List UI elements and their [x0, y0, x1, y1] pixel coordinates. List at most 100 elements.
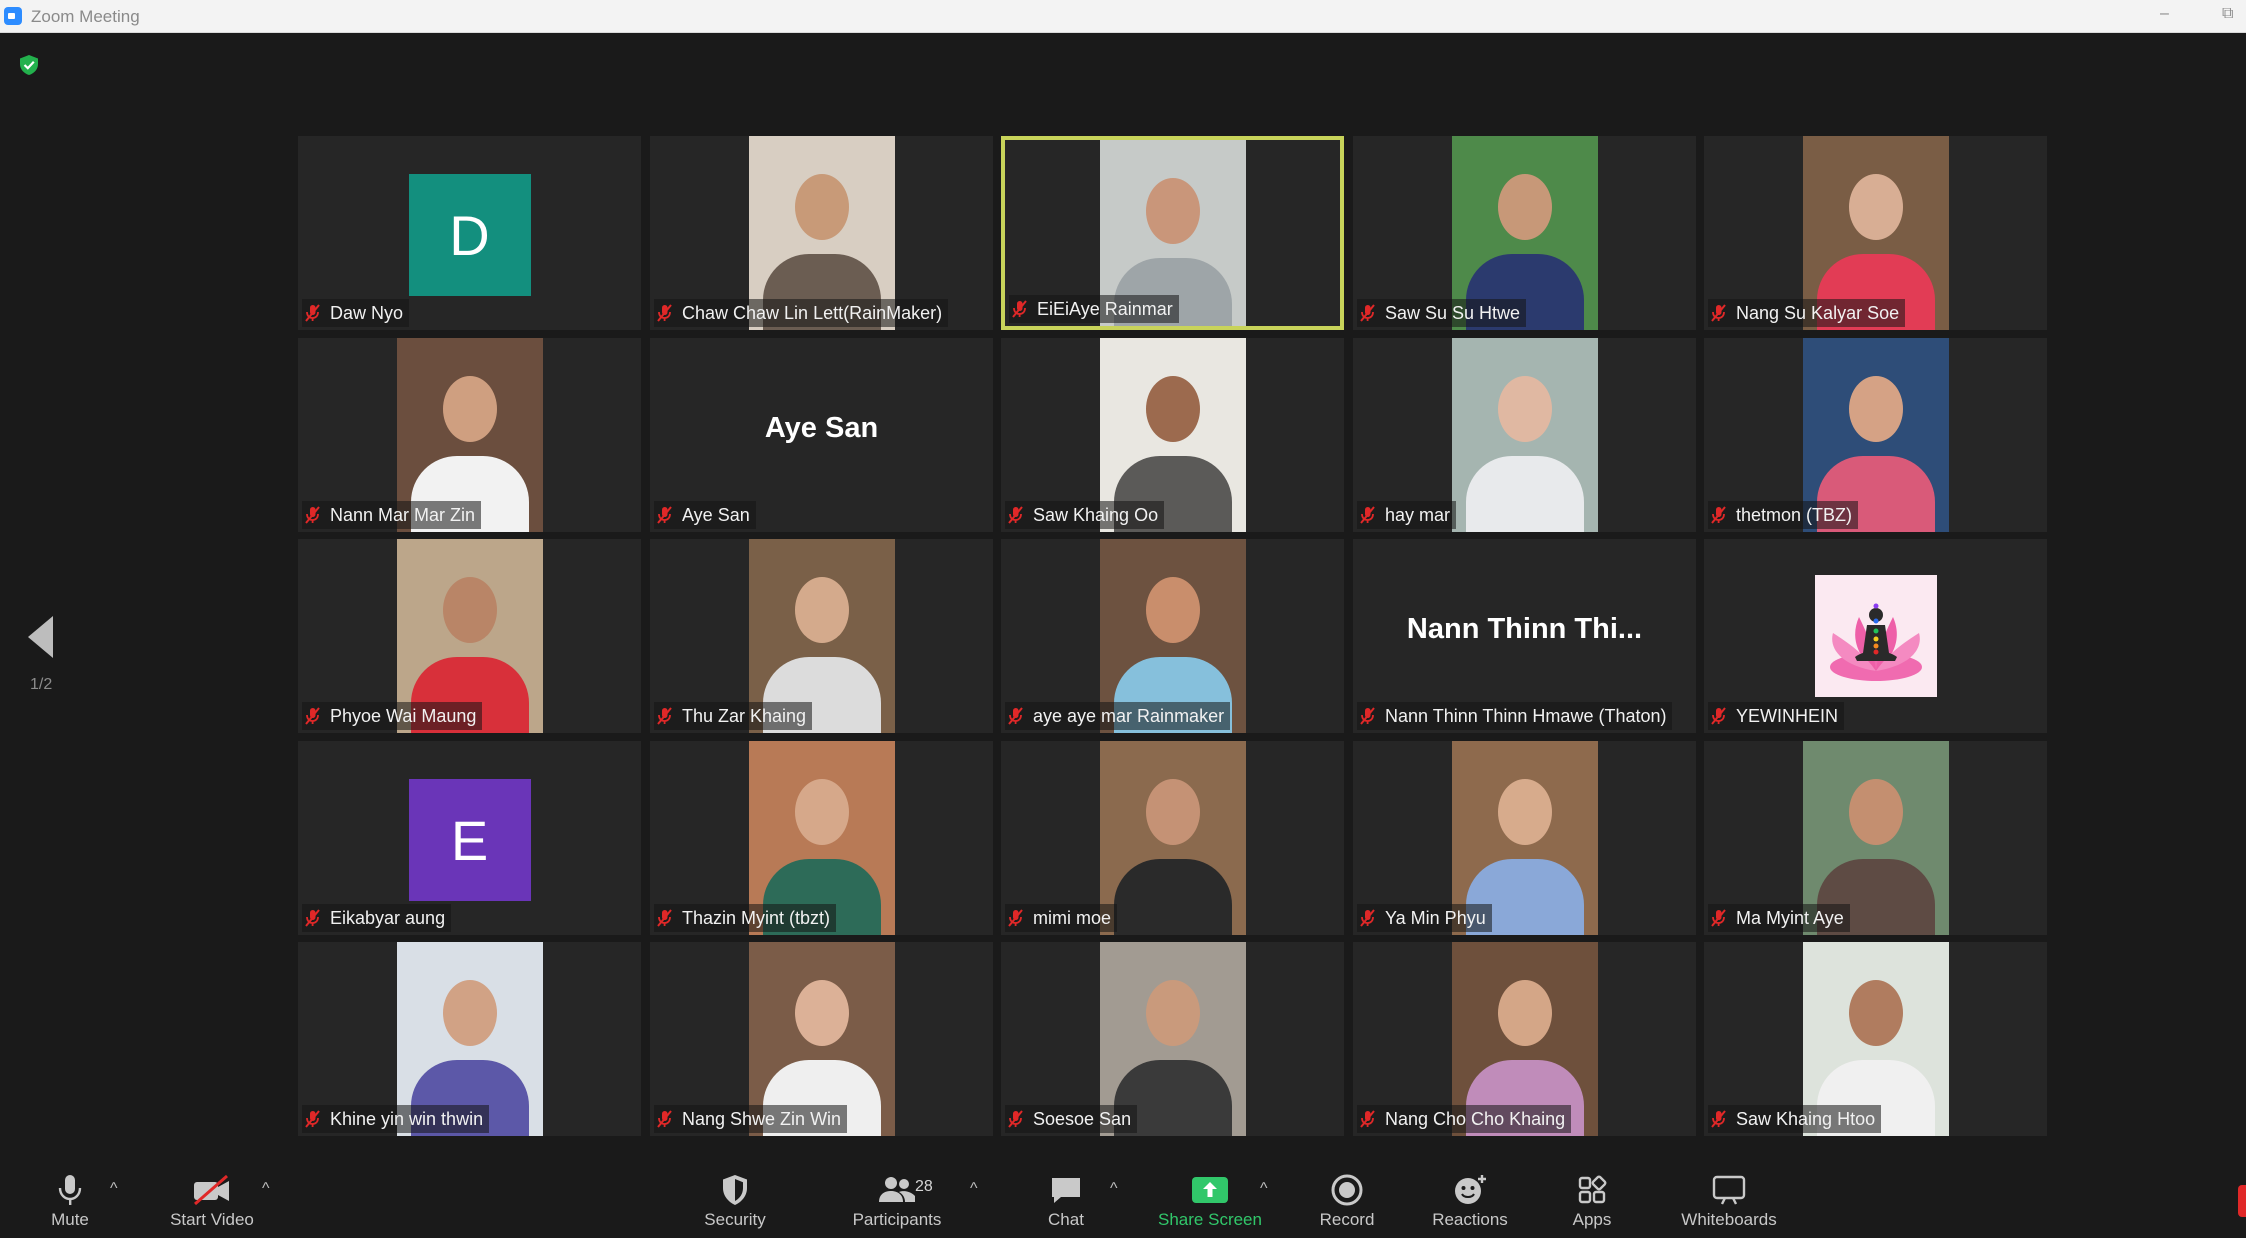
participant-name: Nang Cho Cho Khaing [1385, 1108, 1566, 1129]
participant-tile[interactable]: hay mar [1353, 338, 1696, 532]
muted-mic-icon [1711, 304, 1726, 322]
encryption-shield-icon[interactable] [18, 54, 40, 76]
chat-label: Chat [1048, 1210, 1084, 1229]
participant-name-plate: EiEiAye Rainmar [1009, 295, 1179, 323]
muted-mic-icon [1008, 909, 1023, 927]
participant-name-plate: Daw Nyo [302, 299, 410, 327]
participant-tile[interactable]: Nang Cho Cho Khaing [1353, 942, 1696, 1136]
video-options-caret-icon[interactable]: ^ [262, 1180, 270, 1198]
share-screen-button[interactable]: Share Screen [1140, 1172, 1280, 1230]
restore-button[interactable]: ⧉ [2222, 5, 2233, 23]
muted-mic-icon [657, 707, 672, 725]
muted-mic-icon [305, 707, 320, 725]
participant-tile[interactable]: Nang Shwe Zin Win [650, 942, 993, 1136]
minimize-button[interactable]: – [2160, 5, 2169, 23]
apps-icon [1522, 1172, 1662, 1208]
participant-name: Ya Min Phyu [1385, 907, 1486, 928]
participant-tile[interactable]: Saw Su Su Htwe [1353, 136, 1696, 330]
participant-name: Eikabyar aung [330, 907, 446, 928]
participant-name: Chaw Chaw Lin Lett(RainMaker) [682, 302, 943, 323]
participant-name-plate: Nang Shwe Zin Win [654, 1105, 848, 1133]
participant-name: Ma Myint Aye [1736, 907, 1844, 928]
participant-tile[interactable]: Nann Thinn Thi... Nann Thinn Thinn Hmawe … [1353, 539, 1696, 733]
security-button[interactable]: Security [665, 1172, 805, 1230]
participant-name: Saw Khaing Oo [1033, 504, 1159, 525]
mute-button[interactable]: Mute [0, 1172, 140, 1230]
record-label: Record [1319, 1210, 1375, 1229]
participant-tile[interactable]: Khine yin win thwin [298, 942, 641, 1136]
apps-button[interactable]: Apps [1522, 1172, 1662, 1230]
whiteboards-label: Whiteboards [1681, 1210, 1777, 1229]
participant-tile[interactable]: Phyoe Wai Maung [298, 539, 641, 733]
page-indicator: 1/2 [30, 676, 53, 693]
participant-name-plate: Soesoe San [1005, 1105, 1138, 1133]
participant-name-plate: Aye San [654, 501, 756, 529]
security-shield-icon [665, 1172, 805, 1208]
participant-tile[interactable]: Thazin Myint (tbzt) [650, 741, 993, 935]
muted-mic-icon [1008, 506, 1023, 524]
participant-tile[interactable]: Chaw Chaw Lin Lett(RainMaker) [650, 136, 993, 330]
microphone-icon [0, 1172, 140, 1208]
participant-tile[interactable]: Thu Zar Khaing [650, 539, 993, 733]
participant-tile[interactable]: D Daw Nyo [298, 136, 641, 330]
participant-tile[interactable]: Nang Su Kalyar Soe [1704, 136, 2047, 330]
participant-name: Thazin Myint (tbzt) [682, 907, 831, 928]
participant-tile[interactable]: EiEiAye Rainmar [1001, 136, 1344, 330]
participant-tile[interactable]: Ya Min Phyu [1353, 741, 1696, 935]
reactions-label: Reactions [1432, 1210, 1508, 1229]
muted-mic-icon [657, 506, 672, 524]
zoom-app-icon [4, 7, 22, 25]
participant-gallery-grid: D Daw Nyo Chaw Chaw Lin Lett(RainMaker) EiE… [298, 136, 2048, 1136]
participant-display-name: Aye San [764, 412, 879, 444]
apps-label: Apps [1572, 1210, 1612, 1229]
whiteboard-icon [1659, 1172, 1799, 1208]
participant-tile[interactable]: Saw Khaing Htoo [1704, 942, 2047, 1136]
participant-name: Soesoe San [1033, 1108, 1132, 1129]
muted-mic-icon [1711, 506, 1726, 524]
muted-mic-icon [1008, 707, 1023, 725]
participant-tile[interactable]: Nann Mar Mar Zin [298, 338, 641, 532]
share-options-caret-icon[interactable]: ^ [1260, 1180, 1268, 1198]
muted-mic-icon [305, 506, 320, 524]
muted-mic-icon [1711, 909, 1726, 927]
reactions-button[interactable]: Reactions [1400, 1172, 1540, 1230]
reactions-smiley-icon [1400, 1172, 1540, 1208]
chat-options-caret-icon[interactable]: ^ [1110, 1180, 1118, 1198]
participant-name: aye aye mar Rainmaker [1033, 705, 1225, 726]
previous-page-arrow-icon[interactable] [28, 616, 53, 658]
window-title: Zoom Meeting [31, 7, 140, 26]
participant-name: mimi moe [1033, 907, 1112, 928]
muted-mic-icon [305, 909, 320, 927]
participant-tile[interactable]: aye aye mar Rainmaker [1001, 539, 1344, 733]
whiteboards-button[interactable]: Whiteboards [1659, 1172, 1799, 1230]
share-screen-icon [1140, 1172, 1280, 1208]
participant-name: Aye San [682, 504, 750, 525]
record-button[interactable]: Record [1277, 1172, 1417, 1230]
participant-tile[interactable]: YEWINHEIN [1704, 539, 2047, 733]
participant-name-plate: Thu Zar Khaing [654, 702, 813, 730]
participant-tile[interactable]: Aye San Aye San [650, 338, 993, 532]
start-video-button[interactable]: Start Video [142, 1172, 282, 1230]
muted-mic-icon [657, 1110, 672, 1128]
participant-name-plate: Khine yin win thwin [302, 1105, 490, 1133]
participants-button[interactable]: 28 Participants [827, 1172, 967, 1230]
participants-options-caret-icon[interactable]: ^ [970, 1180, 978, 1198]
muted-mic-icon [1711, 1110, 1726, 1128]
end-meeting-button-edge[interactable] [2238, 1185, 2246, 1217]
participant-name: Saw Khaing Htoo [1736, 1108, 1876, 1129]
participants-label: Participants [852, 1210, 942, 1229]
participant-name: Thu Zar Khaing [682, 705, 807, 726]
participant-tile[interactable]: E Eikabyar aung [298, 741, 641, 935]
participant-video [1451, 338, 1598, 532]
participant-tile[interactable]: Saw Khaing Oo [1001, 338, 1344, 532]
participant-name: Khine yin win thwin [330, 1108, 484, 1129]
participant-tile[interactable]: Ma Myint Aye [1704, 741, 2047, 935]
audio-options-caret-icon[interactable]: ^ [110, 1180, 118, 1198]
participant-tile[interactable]: Soesoe San [1001, 942, 1344, 1136]
participant-name-plate: YEWINHEIN [1708, 702, 1845, 730]
meditation-lotus-image [1814, 575, 1937, 697]
participant-tile[interactable]: thetmon (TBZ) [1704, 338, 2047, 532]
participant-tile[interactable]: mimi moe [1001, 741, 1344, 935]
muted-mic-icon [1711, 707, 1726, 725]
participant-name-plate: Eikabyar aung [302, 904, 452, 932]
